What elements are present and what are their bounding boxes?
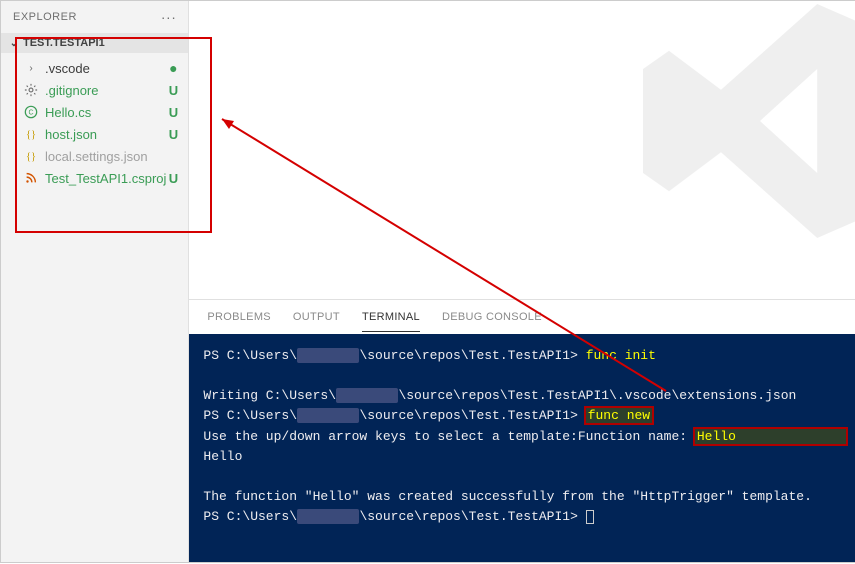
more-actions-icon[interactable]: ···: [161, 9, 177, 25]
t-l4b: Hello: [695, 429, 846, 444]
t-l1-path: \source\repos\Test.TestAPI1>: [359, 348, 577, 363]
t-l5: Hello: [203, 449, 242, 464]
main-area: PROBLEMS OUTPUT TERMINAL DEBUG CONSOLE PS C…: [189, 1, 855, 562]
t-l3-prefix: PS C:\Users\: [203, 408, 297, 423]
t-l3-cmd: func new: [586, 408, 652, 423]
redacted-username: [297, 348, 359, 363]
t-l2-prefix: Writing C:\Users\: [203, 388, 336, 403]
gear-icon: [23, 82, 39, 98]
file-tree-item[interactable]: Test_TestAPI1.csprojU: [1, 167, 188, 189]
t-l1-cmd: func init: [586, 348, 656, 363]
explorer-sidebar: EXPLORER ··· ⌄ TEST.TESTAPI1 ›.vscode●.g…: [1, 1, 189, 562]
svg-text:{}: {}: [26, 130, 36, 141]
file-label: Hello.cs: [45, 105, 166, 120]
git-status: U: [166, 105, 180, 120]
folder-name: TEST.TESTAPI1: [23, 37, 105, 49]
terminal-cursor: [586, 510, 594, 524]
t-l3-path: \source\repos\Test.TestAPI1>: [359, 408, 577, 423]
t-l4a: Use the up/down arrow keys to select a t…: [203, 429, 694, 444]
file-tree-item[interactable]: › .vscode●: [1, 57, 188, 79]
feed-icon: [23, 170, 39, 186]
git-status: ●: [166, 61, 180, 75]
file-label: local.settings.json: [45, 149, 166, 164]
svg-text:{}: {}: [26, 152, 36, 163]
file-tree-item[interactable]: .gitignoreU: [1, 79, 188, 101]
folder-header[interactable]: ⌄ TEST.TESTAPI1: [1, 33, 188, 53]
git-status: U: [166, 127, 180, 142]
t-l7-path: \source\repos\Test.TestAPI1>: [359, 509, 577, 524]
file-tree-item[interactable]: C Hello.csU: [1, 101, 188, 123]
bottom-panel: PROBLEMS OUTPUT TERMINAL DEBUG CONSOLE PS C…: [189, 299, 855, 562]
file-label: .gitignore: [45, 83, 166, 98]
file-label: Test_TestAPI1.csproj: [45, 171, 166, 186]
file-tree-item[interactable]: {} host.jsonU: [1, 123, 188, 145]
chevron-down-icon: ⌄: [9, 38, 19, 49]
panel-tabs: PROBLEMS OUTPUT TERMINAL DEBUG CONSOLE: [189, 300, 855, 334]
git-status: U: [166, 83, 180, 98]
editor-area: [189, 1, 855, 299]
file-label: .vscode: [45, 61, 166, 76]
braces-icon: {}: [23, 126, 39, 142]
panel-tab-debug-console[interactable]: DEBUG CONSOLE: [442, 303, 542, 331]
terminal-output[interactable]: PS C:\Users\ \source\repos\Test.TestAPI1…: [189, 334, 855, 562]
redacted-username: [297, 408, 359, 423]
panel-tab-problems[interactable]: PROBLEMS: [207, 303, 271, 331]
svg-text:C: C: [28, 110, 33, 117]
csharp-icon: C: [23, 104, 39, 120]
chevron-icon: ›: [23, 60, 39, 76]
explorer-title: EXPLORER: [13, 11, 77, 23]
git-status: U: [166, 171, 180, 186]
explorer-header: EXPLORER ···: [1, 1, 188, 33]
t-l1-prefix: PS C:\Users\: [203, 348, 297, 363]
file-tree: ›.vscode●.gitignoreUCHello.csU{}host.jso…: [1, 53, 188, 193]
redacted-username: [336, 388, 398, 403]
vscode-watermark-icon: [630, 1, 855, 251]
t-l6: The function "Hello" was created success…: [203, 489, 812, 504]
redacted-username: [297, 509, 359, 524]
panel-tab-terminal[interactable]: TERMINAL: [362, 303, 420, 332]
t-l2-path: \source\repos\Test.TestAPI1\.vscode\exte…: [398, 388, 796, 403]
t-l7-prefix: PS C:\Users\: [203, 509, 297, 524]
braces-icon: {}: [23, 148, 39, 164]
panel-tab-output[interactable]: OUTPUT: [293, 303, 340, 331]
file-label: host.json: [45, 127, 166, 142]
file-tree-item[interactable]: {} local.settings.json: [1, 145, 188, 167]
